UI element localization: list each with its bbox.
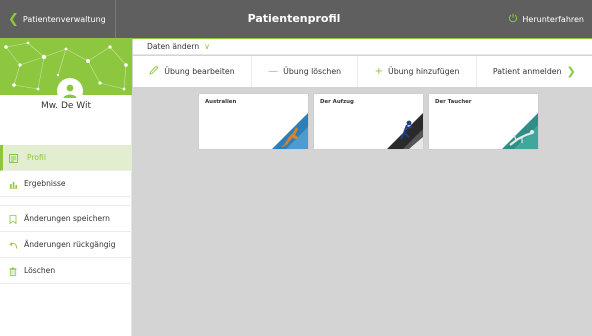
delete-button[interactable]: Löschen xyxy=(0,258,132,284)
profile-icon xyxy=(8,153,18,163)
register-patient-label: Patient anmelden xyxy=(492,67,562,76)
back-button-label: Patientenverwaltung xyxy=(22,14,106,24)
edit-exercise-button[interactable]: Übung bearbeiten xyxy=(133,56,252,87)
data-change-dropdown[interactable]: Daten ändern ∨ xyxy=(133,39,592,55)
sidebar-item-ergebnisse[interactable]: Ergebnisse xyxy=(0,171,132,197)
exercise-title: Der Taucher xyxy=(435,99,472,105)
kangaroo-icon xyxy=(272,113,308,149)
pencil-icon xyxy=(149,65,159,78)
sidebar: Mw. De Wit Profil Ergebnisse Änderungen … xyxy=(0,39,132,336)
chevron-right-icon: ❯ xyxy=(566,65,576,78)
climber-icon xyxy=(387,113,423,149)
exercise-list: Australien Der Aufzug Der Taucher xyxy=(199,94,538,149)
chevron-left-icon: ❮ xyxy=(8,11,19,27)
exercise-card-australien[interactable]: Australien xyxy=(199,94,308,149)
sidebar-item-profil[interactable]: Profil xyxy=(0,145,132,171)
sidebar-actions: Änderungen speichern Änderungen rückgäng… xyxy=(0,205,132,284)
trash-icon xyxy=(8,266,18,276)
register-patient-button[interactable]: Patient anmelden ❯ xyxy=(477,56,592,87)
sidebar-item-label: Löschen xyxy=(24,266,56,275)
save-changes-button[interactable]: Änderungen speichern xyxy=(0,206,132,232)
patient-name: Mw. De Wit xyxy=(40,101,92,111)
add-exercise-label: Übung hinzufügen xyxy=(387,67,460,76)
page-title: Patientenprofil xyxy=(247,12,341,25)
user-icon xyxy=(63,84,77,98)
sidebar-item-label: Ergebnisse xyxy=(24,179,66,188)
sidebar-item-label: Änderungen rückgängig xyxy=(24,240,116,249)
delete-exercise-button[interactable]: — Übung löschen xyxy=(252,56,359,87)
chevron-down-icon: ∨ xyxy=(204,42,210,51)
plus-icon: + xyxy=(374,66,383,77)
exercise-title: Der Aufzug xyxy=(320,99,354,105)
exercise-card-der-taucher[interactable]: Der Taucher xyxy=(429,94,538,149)
sidebar-item-label: Änderungen speichern xyxy=(24,214,110,223)
bookmark-icon xyxy=(8,214,18,224)
data-change-label: Daten ändern xyxy=(147,42,200,51)
add-exercise-button[interactable]: + Übung hinzufügen xyxy=(358,56,477,87)
exercise-card-der-aufzug[interactable]: Der Aufzug xyxy=(314,94,423,149)
shutdown-label: Herunterfahren xyxy=(522,14,584,24)
delete-exercise-label: Übung löschen xyxy=(283,67,342,76)
top-bar: ❮ Patientenverwaltung Patientenprofil He… xyxy=(0,0,592,38)
main-content: Daten ändern ∨ Übung bearbeiten — Übung … xyxy=(133,39,592,336)
toolbar: Übung bearbeiten — Übung löschen + Übung… xyxy=(133,56,592,87)
back-button[interactable]: ❮ Patientenverwaltung xyxy=(0,0,116,38)
diver-icon xyxy=(502,113,538,149)
power-icon xyxy=(508,13,518,25)
shutdown-button[interactable]: Herunterfahren xyxy=(508,0,584,38)
minus-icon: — xyxy=(268,66,279,77)
exercise-title: Australien xyxy=(205,99,237,105)
edit-exercise-label: Übung bearbeiten xyxy=(164,67,235,76)
bar-chart-icon xyxy=(8,179,18,189)
undo-icon xyxy=(8,240,18,250)
sidebar-item-label: Profil xyxy=(27,153,46,162)
undo-changes-button[interactable]: Änderungen rückgängig xyxy=(0,232,132,258)
sidebar-nav: Profil Ergebnisse xyxy=(0,145,132,197)
